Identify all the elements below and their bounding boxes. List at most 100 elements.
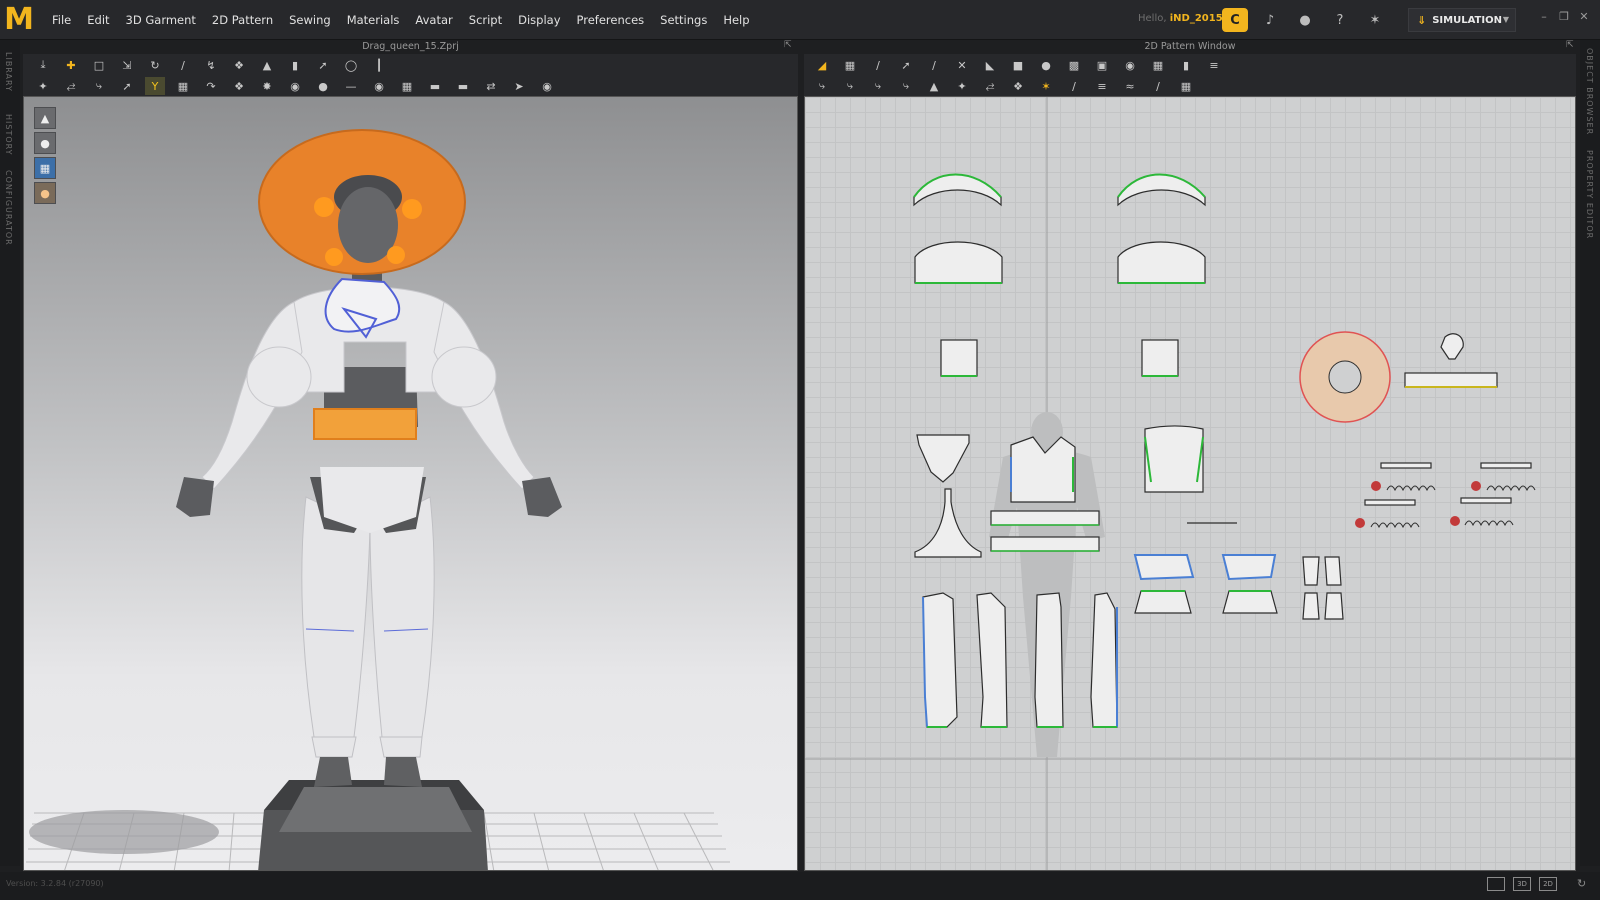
- announcement-icon[interactable]: ♪: [1257, 8, 1283, 32]
- box-select-icon[interactable]: □: [89, 56, 109, 74]
- menu-avatar[interactable]: Avatar: [407, 0, 460, 40]
- measure-tape-icon[interactable]: ▦: [397, 77, 417, 95]
- pin2-icon[interactable]: ▮: [285, 56, 305, 74]
- arrange-icon[interactable]: ➚: [117, 77, 137, 95]
- app-logo[interactable]: M: [4, 4, 34, 36]
- trace-icon[interactable]: ▦: [1148, 56, 1168, 74]
- side-tab-object-browser[interactable]: OBJECT BROWSER: [1585, 48, 1594, 135]
- help-icon[interactable]: ?: [1327, 8, 1353, 32]
- avatar-pose-icon[interactable]: ✦: [33, 77, 53, 95]
- shirring-icon[interactable]: ≡: [1204, 56, 1224, 74]
- buttonhole-icon[interactable]: ●: [313, 77, 333, 95]
- user-icon[interactable]: ●: [1292, 8, 1318, 32]
- garment-icon[interactable]: ▦: [173, 77, 193, 95]
- polygon-icon[interactable]: ✕: [952, 56, 972, 74]
- viewport-2d[interactable]: [804, 96, 1576, 871]
- pointer-icon[interactable]: ➚: [313, 56, 333, 74]
- elastic-icon[interactable]: ❖: [1008, 77, 1028, 95]
- minimize-icon[interactable]: –: [1534, 10, 1554, 23]
- restore-icon[interactable]: ❐: [1554, 10, 1574, 23]
- menu-edit[interactable]: Edit: [79, 0, 117, 40]
- menu-materials[interactable]: Materials: [339, 0, 408, 40]
- show-garment-icon[interactable]: ●: [34, 132, 56, 154]
- edit-point-icon[interactable]: ∕: [868, 56, 888, 74]
- free-sew-icon[interactable]: ⤷: [840, 77, 860, 95]
- sphere-icon[interactable]: ◉: [537, 77, 557, 95]
- button-icon[interactable]: ◉: [285, 77, 305, 95]
- side-tab-library[interactable]: LIBRARY: [4, 52, 13, 92]
- refresh-icon[interactable]: ↻: [1577, 877, 1586, 890]
- internal-rectangle-icon[interactable]: ▩: [1064, 56, 1084, 74]
- arrangement-point-icon[interactable]: ⇄: [481, 77, 501, 95]
- split-view-button[interactable]: [1487, 877, 1505, 891]
- connect-icon[interactable]: C: [1222, 8, 1248, 32]
- scene-3d[interactable]: [24, 97, 798, 871]
- community-icon[interactable]: ✶: [1362, 8, 1388, 32]
- ellipse-icon[interactable]: ■: [1008, 56, 1028, 74]
- dart-icon[interactable]: ◉: [1120, 56, 1140, 74]
- fabric-view-icon[interactable]: ▦: [34, 157, 56, 179]
- fabric-icon[interactable]: ✸: [257, 77, 277, 95]
- menu-help[interactable]: Help: [715, 0, 757, 40]
- internal-polygon-icon[interactable]: ●: [1036, 56, 1056, 74]
- trim-icon[interactable]: ▦: [1176, 77, 1196, 95]
- add-point-icon[interactable]: ∕: [924, 56, 944, 74]
- segment-sew-icon[interactable]: ⤷: [812, 77, 832, 95]
- wrinkle-icon[interactable]: ⤷: [89, 77, 109, 95]
- view-2d-button[interactable]: 2D: [1539, 877, 1557, 891]
- fold-2d-icon[interactable]: ✦: [952, 77, 972, 95]
- menu-display[interactable]: Display: [510, 0, 568, 40]
- tack-on-2d-icon[interactable]: ⤷: [896, 77, 916, 95]
- topstitch-icon[interactable]: ✶: [1036, 77, 1056, 95]
- pleat-icon[interactable]: ▮: [1176, 56, 1196, 74]
- fit-icon[interactable]: ↷: [201, 77, 221, 95]
- side-tab-property-editor[interactable]: PROPERTY EDITOR: [1585, 150, 1594, 239]
- rectangle-icon[interactable]: ◣: [980, 56, 1000, 74]
- scale-icon[interactable]: ⇲: [117, 56, 137, 74]
- edit-pattern-icon[interactable]: ◢: [812, 56, 832, 74]
- pin-icon[interactable]: ▲: [257, 56, 277, 74]
- shirt-icon[interactable]: ➤: [509, 77, 529, 95]
- avatar-view-icon[interactable]: ●: [34, 182, 56, 204]
- side-tab-configurator[interactable]: CONFIGURATOR: [4, 170, 13, 246]
- line-icon[interactable]: —: [341, 77, 361, 95]
- shrink-icon[interactable]: ❖: [229, 77, 249, 95]
- rotate-icon[interactable]: ↻: [145, 56, 165, 74]
- menu-3d-garment[interactable]: 3D Garment: [118, 0, 204, 40]
- menu-file[interactable]: File: [44, 0, 79, 40]
- check-sew-icon[interactable]: ⤷: [868, 77, 888, 95]
- menu-settings[interactable]: Settings: [652, 0, 715, 40]
- show-avatar-icon[interactable]: ▲: [34, 107, 56, 129]
- menu-sewing[interactable]: Sewing: [281, 0, 339, 40]
- fold-arrange-icon[interactable]: ▬: [453, 77, 473, 95]
- pipe-icon[interactable]: ∕: [1064, 77, 1084, 95]
- menu-preferences[interactable]: Preferences: [569, 0, 653, 40]
- side-tab-history[interactable]: HISTORY: [4, 114, 13, 156]
- internal-circle-icon[interactable]: ▣: [1092, 56, 1112, 74]
- pin-2d-icon[interactable]: ▲: [924, 77, 944, 95]
- maximize-3d-icon[interactable]: ⇱: [784, 40, 792, 50]
- view-3d-button[interactable]: 3D: [1513, 877, 1531, 891]
- lasso-icon[interactable]: ◯: [341, 56, 361, 74]
- maximize-2d-icon[interactable]: ⇱: [1566, 40, 1574, 50]
- puckering-icon[interactable]: ≡: [1092, 77, 1112, 95]
- close-icon[interactable]: ✕: [1574, 10, 1594, 23]
- segment-icon[interactable]: ∕: [173, 56, 193, 74]
- edit-curve-icon[interactable]: ➚: [896, 56, 916, 74]
- menu-script[interactable]: Script: [461, 0, 510, 40]
- gather-icon[interactable]: ⥄: [980, 77, 1000, 95]
- user-name[interactable]: iND_2015: [1170, 13, 1223, 24]
- stitch-icon[interactable]: ◉: [369, 77, 389, 95]
- measure-icon[interactable]: ┃: [369, 56, 389, 74]
- topstitch-edit-icon[interactable]: ∕: [1148, 77, 1168, 95]
- zipper-icon[interactable]: ▬: [425, 77, 445, 95]
- transform-pattern-icon[interactable]: ▦: [840, 56, 860, 74]
- select-move-icon[interactable]: ⤓: [33, 56, 53, 74]
- tack-icon[interactable]: ❖: [229, 56, 249, 74]
- viewport-3d[interactable]: ▲ ● ▦ ●: [23, 96, 798, 871]
- edit-stitch-icon[interactable]: ≈: [1120, 77, 1140, 95]
- yellow-tool-icon[interactable]: Y: [145, 77, 165, 95]
- transform-icon[interactable]: ✚: [61, 56, 81, 74]
- drape-icon[interactable]: ⥄: [61, 77, 81, 95]
- pattern-canvas[interactable]: [805, 97, 1576, 871]
